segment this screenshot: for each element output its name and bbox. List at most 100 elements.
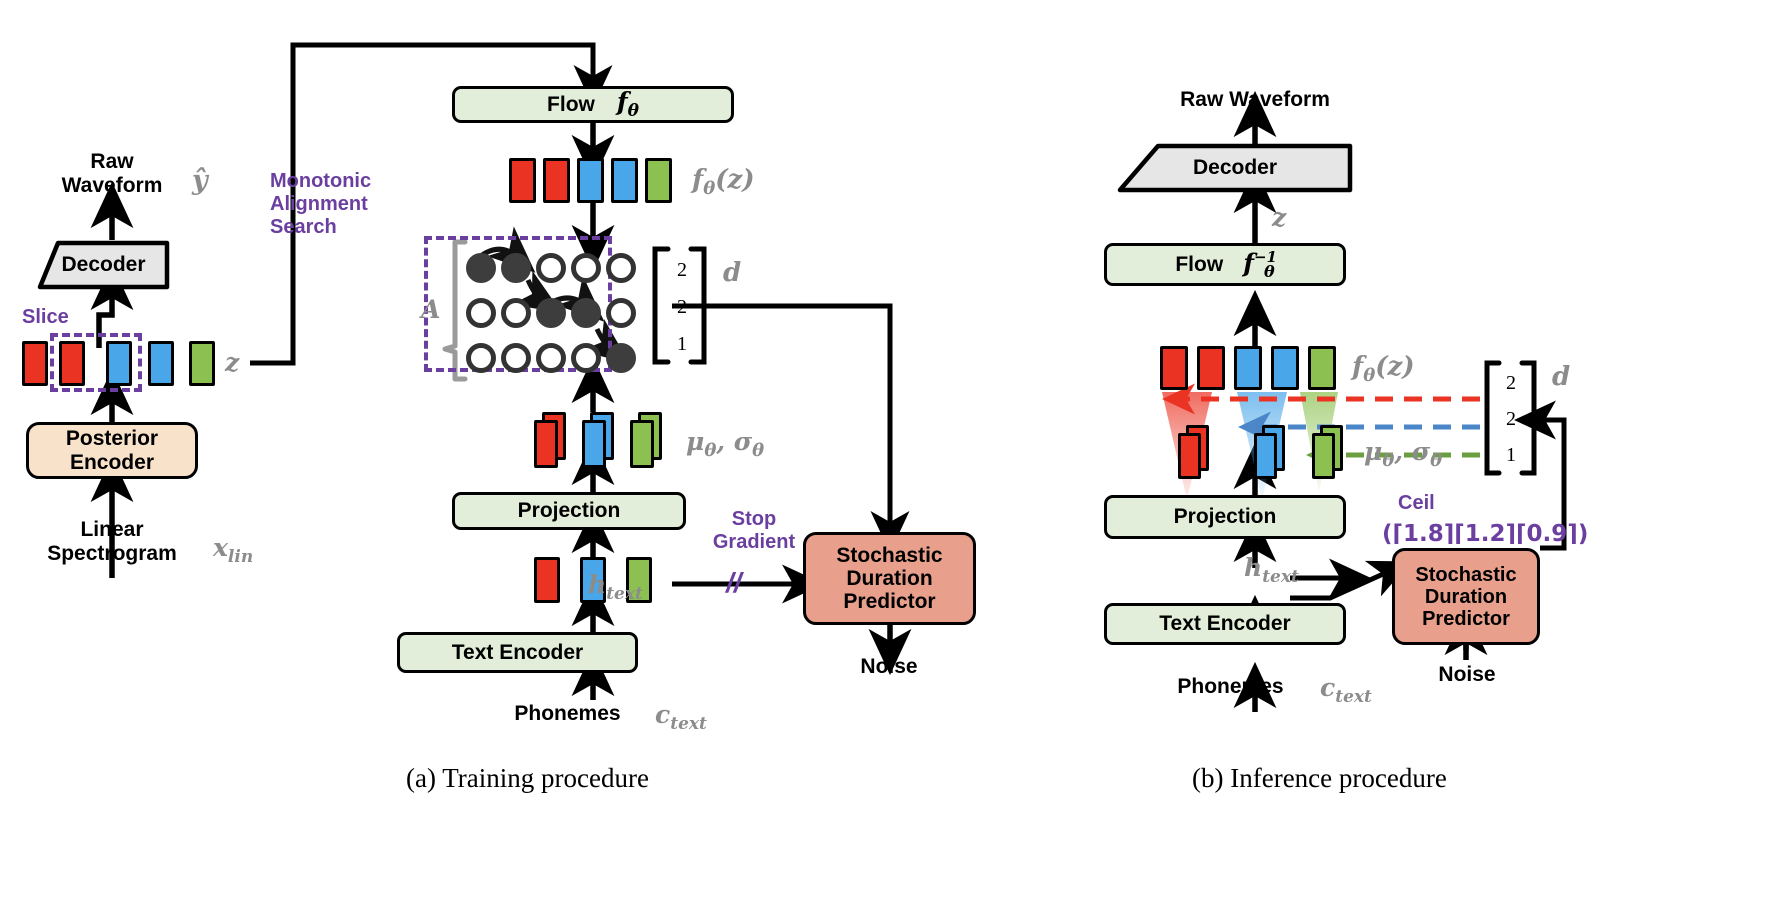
x-lin-symbol: xlin <box>213 533 254 567</box>
z-symbol-training: z <box>225 348 240 377</box>
alignment-cell <box>501 298 531 328</box>
flow-text: Flow <box>547 92 595 116</box>
latent-cell-1 <box>22 341 48 386</box>
caption-a: (a) Training procedure <box>406 763 649 793</box>
expanded-cell-3 <box>1234 346 1262 390</box>
z-symbol-inference: z <box>1272 203 1287 232</box>
training-raw-waveform-label: Raw Waveform <box>61 150 163 197</box>
decoder-text: Decoder <box>61 253 146 277</box>
alignment-cell <box>536 298 566 328</box>
stop-gradient-label: Stop Gradient <box>712 508 796 553</box>
projection-text: Projection <box>1173 505 1277 529</box>
mu-sigma-front-3 <box>1312 433 1335 479</box>
mu-sigma-front-2 <box>1254 433 1277 479</box>
ceil-label: Ceil <box>1398 492 1435 514</box>
duration-value: 2 <box>677 259 687 281</box>
y-hat-symbol: ŷ <box>192 165 208 196</box>
mu-sigma-symbol-inference: μθ, σθ <box>1364 437 1443 471</box>
inference-raw-waveform-label: Raw Waveform <box>1180 88 1330 111</box>
f-theta-z-symbol-training: fθ(z) <box>692 165 755 200</box>
fz-cell-3 <box>577 158 604 203</box>
inference-noise-label: Noise <box>1438 663 1496 686</box>
posterior-encoder-text: Posterior Encoder <box>65 427 159 474</box>
fz-cell-4 <box>611 158 638 203</box>
latent-cell-2 <box>59 341 85 386</box>
text-encoder-text: Text Encoder <box>1159 612 1291 636</box>
alignment-cell <box>466 343 496 373</box>
alignment-cell <box>606 298 636 328</box>
training-noise-label: Noise <box>860 655 918 678</box>
latent-cell-4 <box>148 341 174 386</box>
alignment-cell <box>536 343 566 373</box>
c-text-symbol-training: ctext <box>655 700 707 734</box>
inference-decoder-label: Decoder <box>1130 146 1340 190</box>
linear-spectrogram-label: Linear Spectrogram <box>47 518 177 565</box>
duration-value: 2 <box>1506 408 1516 430</box>
d-symbol-inference: d <box>1552 362 1571 392</box>
inference-projection-box: Projection <box>1104 495 1346 539</box>
sdp-text: Stochastic Duration Predictor <box>836 543 943 614</box>
text-encoder-text: Text Encoder <box>451 640 584 664</box>
slice-label: Slice <box>22 306 69 328</box>
alignment-cell <box>606 253 636 283</box>
f-theta-z-symbol-inference: fθ(z) <box>1352 352 1415 387</box>
alignment-cell <box>501 253 531 283</box>
posterior-encoder-box: Posterior Encoder <box>26 422 198 479</box>
alignment-cell <box>501 343 531 373</box>
alignment-cell <box>536 253 566 283</box>
alignment-cell <box>571 343 601 373</box>
training-projection-box: Projection <box>452 492 686 530</box>
training-flow-box: Flow fθ <box>452 86 734 123</box>
training-phonemes-label: Phonemes <box>514 702 621 725</box>
h-text-symbol-training: htext <box>588 570 643 604</box>
latent-cell-3 <box>106 341 132 386</box>
duration-value: 1 <box>1506 444 1516 466</box>
flow-inverse-symbol: f−1θ <box>1243 247 1277 281</box>
inference-flow-box: Flow f−1θ <box>1104 243 1346 286</box>
sdp-text: Stochastic Duration Predictor <box>1415 563 1517 630</box>
fz-cell-2 <box>543 158 570 203</box>
inference-text-encoder-box: Text Encoder <box>1104 603 1346 645</box>
monotonic-alignment-search-label: Monotonic Alignment Search <box>270 170 372 238</box>
stop-gradient-mark: // <box>726 567 742 598</box>
c-text-symbol-inference: ctext <box>1320 673 1372 707</box>
expanded-cell-5 <box>1308 346 1336 390</box>
alignment-cell <box>466 253 496 283</box>
d-symbol-training: d <box>723 258 742 288</box>
duration-vector-inference: 2 2 1 <box>1500 365 1522 473</box>
alignment-cell <box>606 343 636 373</box>
inference-sdp-box: Stochastic Duration Predictor <box>1392 548 1540 645</box>
expanded-cell-4 <box>1271 346 1299 390</box>
alignment-cell <box>466 298 496 328</box>
caption-b: (b) Inference procedure <box>1192 763 1447 793</box>
ceil-expression: (⌈1.8⌉⌈1.2⌉⌈0.9⌉) <box>1382 521 1589 547</box>
h-text-symbol-inference: htext <box>1244 553 1299 587</box>
training-text-encoder-box: Text Encoder <box>397 632 638 673</box>
training-decoder-label: Decoder <box>40 243 167 287</box>
htext-cell-1 <box>534 557 560 603</box>
mu-sigma-front-3 <box>630 420 654 468</box>
mu-sigma-symbol-training: μθ, σθ <box>686 427 765 461</box>
duration-vector-training: 2 2 1 <box>670 252 694 363</box>
figure-root: Raw Waveform ŷ Decoder Slice z Posterior… <box>0 0 1776 922</box>
mu-sigma-front-1 <box>534 420 558 468</box>
expanded-cell-2 <box>1197 346 1225 390</box>
duration-value: 2 <box>677 296 687 318</box>
alignment-cell <box>571 253 601 283</box>
duration-value: 1 <box>677 333 687 355</box>
flow-text: Flow <box>1175 252 1224 276</box>
alignment-matrix-symbol: A <box>421 295 441 324</box>
duration-value: 2 <box>1506 372 1516 394</box>
fz-cell-1 <box>509 158 536 203</box>
latent-cell-5 <box>189 341 215 386</box>
projection-text: Projection <box>517 499 621 523</box>
mu-sigma-front-2 <box>582 420 606 468</box>
alignment-cell <box>571 298 601 328</box>
expanded-cell-1 <box>1160 346 1188 390</box>
inference-phonemes-label: Phonemes <box>1177 675 1284 698</box>
fz-cell-5 <box>645 158 672 203</box>
decoder-text: Decoder <box>1192 156 1278 180</box>
training-sdp-box: Stochastic Duration Predictor <box>803 532 976 625</box>
mu-sigma-front-1 <box>1178 433 1201 479</box>
flow-theta-symbol: fθ <box>616 87 639 122</box>
